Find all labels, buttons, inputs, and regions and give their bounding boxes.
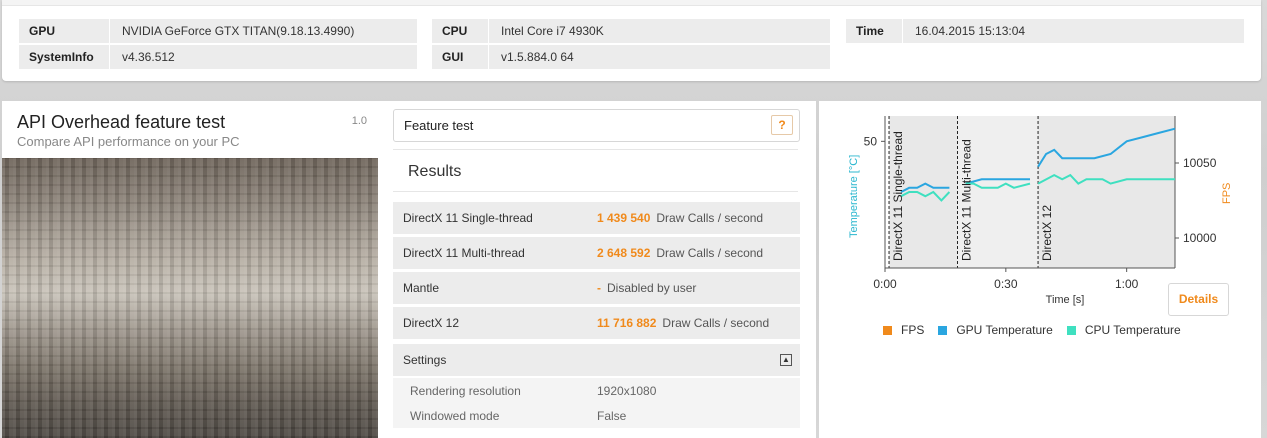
result-row: Mantle - Disabled by user (393, 272, 800, 304)
gpu-row: GPU NVIDIA GeForce GTX TITAN(9.18.13.499… (19, 19, 417, 43)
result-value: 1 439 540 (597, 211, 651, 225)
legend-label: GPU Temperature (956, 323, 1053, 337)
test-preview-image (2, 158, 378, 438)
systeminfo-label: SystemInfo (29, 50, 94, 64)
result-unit: Draw Calls / second (656, 211, 764, 225)
result-name: DirectX 12 (403, 316, 460, 330)
result-row: DirectX 11 Single-thread 1 439 540 Draw … (393, 202, 800, 234)
results-panel: Feature test ? Results DirectX 11 Single… (378, 101, 816, 438)
legend-swatch (883, 325, 892, 335)
details-button[interactable]: Details (1168, 283, 1229, 316)
chart-x-tick-label: 1:00 (1115, 277, 1139, 291)
result-value: 2 648 592 (597, 246, 651, 260)
setting-value: False (597, 408, 627, 423)
chart-y-left-title: Temperature [°C] (848, 155, 860, 238)
chart-section-label: DirectX 11 Multi-thread (960, 139, 974, 261)
chart-y-right-title: FPS (1221, 183, 1233, 204)
chart-y-left-tick-label: 50 (864, 134, 878, 148)
chart-section-label: DirectX 11 Single-thread (891, 131, 905, 261)
result-name: Mantle (403, 281, 440, 295)
gpu-value: NVIDIA GeForce GTX TITAN(9.18.13.4990) (109, 19, 354, 43)
legend-label: CPU Temperature (1084, 323, 1181, 337)
result-name: DirectX 11 Multi-thread (403, 246, 525, 260)
setting-row: Windowed mode False (393, 403, 800, 428)
system-info-panel: GPU NVIDIA GeForce GTX TITAN(9.18.13.499… (2, 0, 1261, 81)
time-label: Time (856, 24, 884, 38)
systeminfo-value: v4.36.512 (109, 45, 175, 69)
chart-y-right-tick-label: 10000 (1183, 231, 1217, 245)
legend-label: FPS (901, 323, 925, 337)
setting-row: Rendering resolution 1920x1080 (393, 378, 800, 403)
test-version: 1.0 (351, 115, 367, 127)
legend-swatch (1066, 325, 1076, 335)
time-value: 16.04.2015 15:13:04 (902, 19, 1025, 43)
gui-row: GUI v1.5.884.0 64 (432, 45, 830, 69)
top-divider (2, 0, 1261, 6)
test-subtitle: Compare API performance on your PC (17, 134, 240, 149)
chart-section-label: DirectX 12 (1040, 205, 1054, 261)
cpu-row: CPU Intel Core i7 4930K (432, 19, 830, 43)
test-panel: API Overhead feature test Compare API pe… (2, 101, 378, 438)
help-button[interactable]: ? (771, 115, 793, 135)
legend-item-gpu-temperature: GPU Temperature (938, 323, 1053, 337)
result-unit: Draw Calls / second (662, 316, 770, 330)
settings-header[interactable]: Settings ▲ (393, 344, 800, 376)
chart-y-right-tick-label: 10050 (1183, 156, 1217, 170)
setting-name: Rendering resolution (410, 383, 521, 398)
settings-label: Settings (403, 353, 447, 367)
setting-name: Windowed mode (410, 408, 500, 423)
systeminfo-row: SystemInfo v4.36.512 (19, 45, 417, 69)
setting-value: 1920x1080 (597, 383, 657, 398)
feature-test-selector[interactable]: Feature test ? (393, 109, 800, 142)
chart-x-tick-label: 0:00 (873, 277, 897, 291)
chart-panel: DirectX 11 Single-thread DirectX 11 Multi… (819, 101, 1261, 438)
time-row: Time 16.04.2015 15:13:04 (846, 19, 1244, 43)
legend-swatch (938, 325, 948, 335)
gui-label: GUI (442, 50, 464, 64)
cpu-label: CPU (442, 24, 468, 38)
legend-item-fps: FPS (883, 323, 924, 337)
gui-value: v1.5.884.0 64 (488, 45, 574, 69)
result-value: - (597, 281, 601, 295)
result-row: DirectX 12 11 716 882 Draw Calls / secon… (393, 307, 800, 339)
cpu-value: Intel Core i7 4930K (488, 19, 604, 43)
chart-x-tick-label: 0:30 (994, 277, 1018, 291)
result-unit: Draw Calls / second (656, 246, 764, 260)
gpu-label: GPU (29, 24, 56, 38)
feature-test-label: Feature test (404, 118, 474, 133)
results-heading: Results (393, 149, 798, 192)
test-title: API Overhead feature test (17, 112, 226, 132)
result-value: 11 716 882 (597, 316, 657, 330)
collapse-icon[interactable]: ▲ (780, 354, 792, 366)
chart-x-axis-title: Time [s] (1046, 294, 1085, 306)
chart-section-band (1038, 116, 1175, 268)
legend-item-cpu-temperature: CPU Temperature (1066, 323, 1181, 337)
result-name: DirectX 11 Single-thread (403, 211, 533, 225)
result-unit: Disabled by user (607, 281, 697, 295)
result-row: DirectX 11 Multi-thread 2 648 592 Draw C… (393, 237, 800, 269)
chart-legend: FPS GPU Temperature CPU Temperature (883, 323, 1181, 337)
